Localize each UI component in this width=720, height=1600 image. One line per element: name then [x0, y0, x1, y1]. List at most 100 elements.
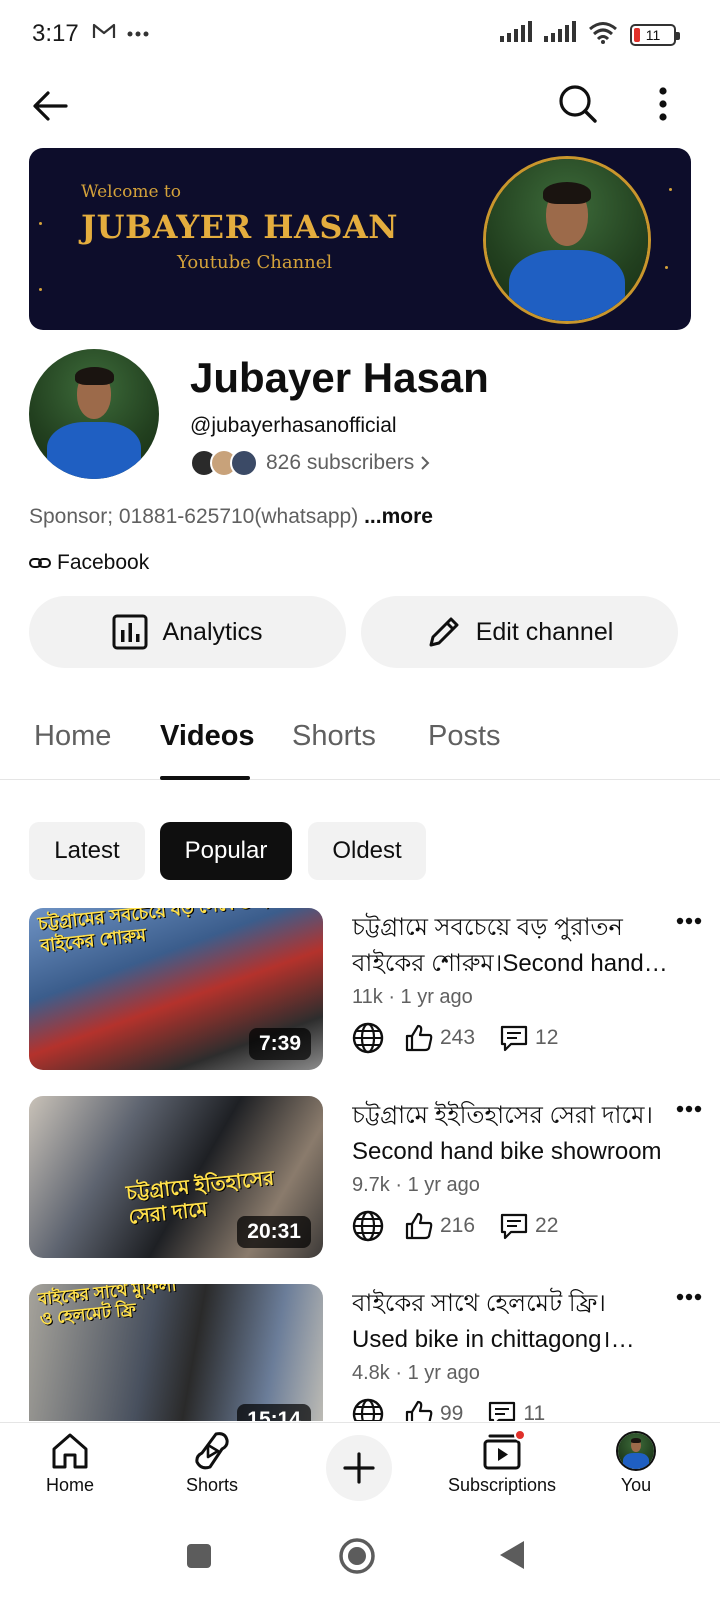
- app-bar: [0, 70, 720, 140]
- thumbs-up-icon: [404, 1399, 434, 1421]
- nav-home[interactable]: Home: [10, 1431, 130, 1496]
- like-count: 99: [440, 1402, 464, 1421]
- video-meta: 4.8k · 1 yr ago: [352, 1362, 480, 1384]
- chip-popular[interactable]: Popular: [160, 822, 292, 880]
- signal-icon: [544, 21, 576, 48]
- analytics-button[interactable]: Analytics: [29, 596, 346, 668]
- status-bar: 3:17 11: [0, 0, 720, 70]
- video-more-icon[interactable]: [676, 1288, 702, 1306]
- back-triangle-icon[interactable]: [498, 1539, 526, 1571]
- banner-subtitle: Youtube Channel: [177, 252, 333, 273]
- description-text: Sponsor; 01881-625710(whatsapp): [29, 505, 359, 528]
- more-vert-icon[interactable]: [648, 82, 678, 126]
- active-tab-indicator: [160, 776, 250, 780]
- tab-posts[interactable]: Posts: [428, 720, 501, 753]
- video-duration: 20:31: [237, 1216, 311, 1248]
- back-arrow-icon[interactable]: [28, 84, 72, 128]
- subscriptions-icon: [482, 1429, 526, 1471]
- video-list: চট্টগ্রামের সবচেয়ে বড় সেকেন্ড হ্যান্ড …: [0, 908, 720, 1421]
- nav-subscriptions-label: Subscriptions: [447, 1475, 557, 1495]
- channel-handle: @jubayerhasanofficial: [190, 414, 397, 437]
- video-meta: 9.7k · 1 yr ago: [352, 1174, 480, 1196]
- battery-level: 11: [645, 26, 661, 43]
- video-thumbnail[interactable]: বাইকের সাথে মুফিলা ও হেলমেট ফ্রি 15:14: [29, 1284, 323, 1421]
- nav-home-label: Home: [45, 1475, 94, 1495]
- chip-oldest[interactable]: Oldest: [308, 822, 426, 880]
- comment-icon: [499, 1023, 529, 1053]
- shorts-icon: [192, 1431, 232, 1471]
- analytics-label: Analytics: [162, 617, 263, 646]
- video-thumbnail[interactable]: চট্টগ্রামে ইতিহাসের সেরা দামে 20:31: [29, 1096, 323, 1258]
- thumbs-up-icon: [404, 1023, 434, 1053]
- channel-description[interactable]: Sponsor; 01881-625710(whatsapp) ...more: [29, 505, 433, 529]
- more-link[interactable]: ...more: [364, 505, 433, 528]
- video-stats: 243 12: [352, 1022, 558, 1054]
- nav-shorts-label: Shorts: [185, 1475, 239, 1495]
- wifi-icon: [588, 20, 618, 49]
- channel-name: Jubayer Hasan: [190, 354, 489, 401]
- video-thumbnail[interactable]: চট্টগ্রামের সবচেয়ে বড় সেকেন্ড হ্যান্ড …: [29, 908, 323, 1070]
- video-title[interactable]: বাইকের সাথে হেলমেট ফ্রি। Used bike in ch…: [352, 1286, 668, 1358]
- system-navigation: [0, 1512, 720, 1600]
- channel-banner: Welcome to JUBAYER HASAN Youtube Channel: [29, 148, 691, 330]
- search-icon[interactable]: [556, 82, 600, 126]
- subscribers-row[interactable]: 826 subscribers: [190, 449, 430, 477]
- bottom-navigation: Home Shorts Subscriptions You: [0, 1422, 720, 1512]
- like-count: 243: [440, 1026, 476, 1049]
- tab-home[interactable]: Home: [34, 720, 111, 753]
- video-meta: 11k · 1 yr ago: [352, 986, 473, 1008]
- edit-channel-label: Edit channel: [475, 617, 614, 646]
- video-duration: 15:14: [237, 1404, 311, 1421]
- video-item[interactable]: চট্টগ্রামের সবচেয়ে বড় সেকেন্ড হ্যান্ড …: [0, 908, 720, 1078]
- globe-icon: [352, 1210, 384, 1242]
- gmail-icon: [92, 22, 116, 45]
- subscriber-avatars: [190, 449, 258, 477]
- channel-avatar[interactable]: [29, 349, 159, 479]
- banner-photo: [483, 156, 651, 324]
- video-stats: 216 22: [352, 1210, 558, 1242]
- pencil-icon: [426, 614, 462, 650]
- home-icon: [50, 1431, 90, 1471]
- subscriber-count: 826 subscribers: [266, 451, 415, 474]
- comment-icon: [499, 1211, 529, 1241]
- more-dots-icon: [126, 25, 150, 43]
- video-title[interactable]: চট্টগ্রামে সবচেয়ে বড় পুরাতন বাইকের শোর…: [352, 910, 668, 982]
- battery-icon: 11: [630, 23, 680, 46]
- thumbs-up-icon: [404, 1211, 434, 1241]
- banner-channel-name: JUBAYER HASAN: [81, 208, 399, 246]
- comment-count: 11: [523, 1402, 546, 1421]
- video-item[interactable]: চট্টগ্রামে ইতিহাসের সেরা দামে 20:31 চট্ট…: [0, 1096, 720, 1266]
- chevron-right-icon: [420, 455, 430, 471]
- video-item[interactable]: বাইকের সাথে মুফিলা ও হেলমেট ফ্রি 15:14 ব…: [0, 1284, 720, 1421]
- nav-shorts[interactable]: Shorts: [152, 1431, 272, 1496]
- banner-welcome-text: Welcome to: [81, 182, 181, 202]
- subscriber-avatar: [230, 449, 258, 477]
- comment-count: 22: [535, 1214, 559, 1237]
- video-more-icon[interactable]: [676, 912, 702, 930]
- video-more-icon[interactable]: [676, 1100, 702, 1118]
- status-time: 3:17: [32, 20, 79, 47]
- globe-icon: [352, 1022, 384, 1054]
- chip-latest[interactable]: Latest: [29, 822, 145, 880]
- video-duration: 7:39: [248, 1028, 311, 1060]
- globe-icon: [352, 1398, 384, 1421]
- video-stats: 99 11: [352, 1398, 545, 1421]
- nav-you-label: You: [620, 1475, 652, 1495]
- create-button[interactable]: [326, 1435, 392, 1501]
- link-icon: [29, 556, 51, 570]
- analytics-icon: [112, 614, 148, 650]
- tab-shorts[interactable]: Shorts: [292, 720, 376, 753]
- notification-dot: [514, 1429, 526, 1441]
- recents-icon[interactable]: [186, 1543, 212, 1569]
- edit-channel-button[interactable]: Edit channel: [361, 596, 678, 668]
- video-title[interactable]: চট্টগ্রামে ইইতিহাসের সেরা দামে।Second ha…: [352, 1098, 668, 1170]
- facebook-link[interactable]: Facebook: [29, 551, 149, 575]
- tab-videos[interactable]: Videos: [160, 720, 255, 753]
- home-circle-icon[interactable]: [338, 1537, 376, 1575]
- channel-tabs: Home Videos Shorts Posts: [0, 700, 720, 780]
- like-count: 216: [440, 1214, 476, 1237]
- plus-icon: [343, 1452, 375, 1484]
- nav-you[interactable]: You: [576, 1431, 696, 1496]
- signal-icon: [500, 21, 532, 48]
- nav-subscriptions[interactable]: Subscriptions: [430, 1429, 574, 1496]
